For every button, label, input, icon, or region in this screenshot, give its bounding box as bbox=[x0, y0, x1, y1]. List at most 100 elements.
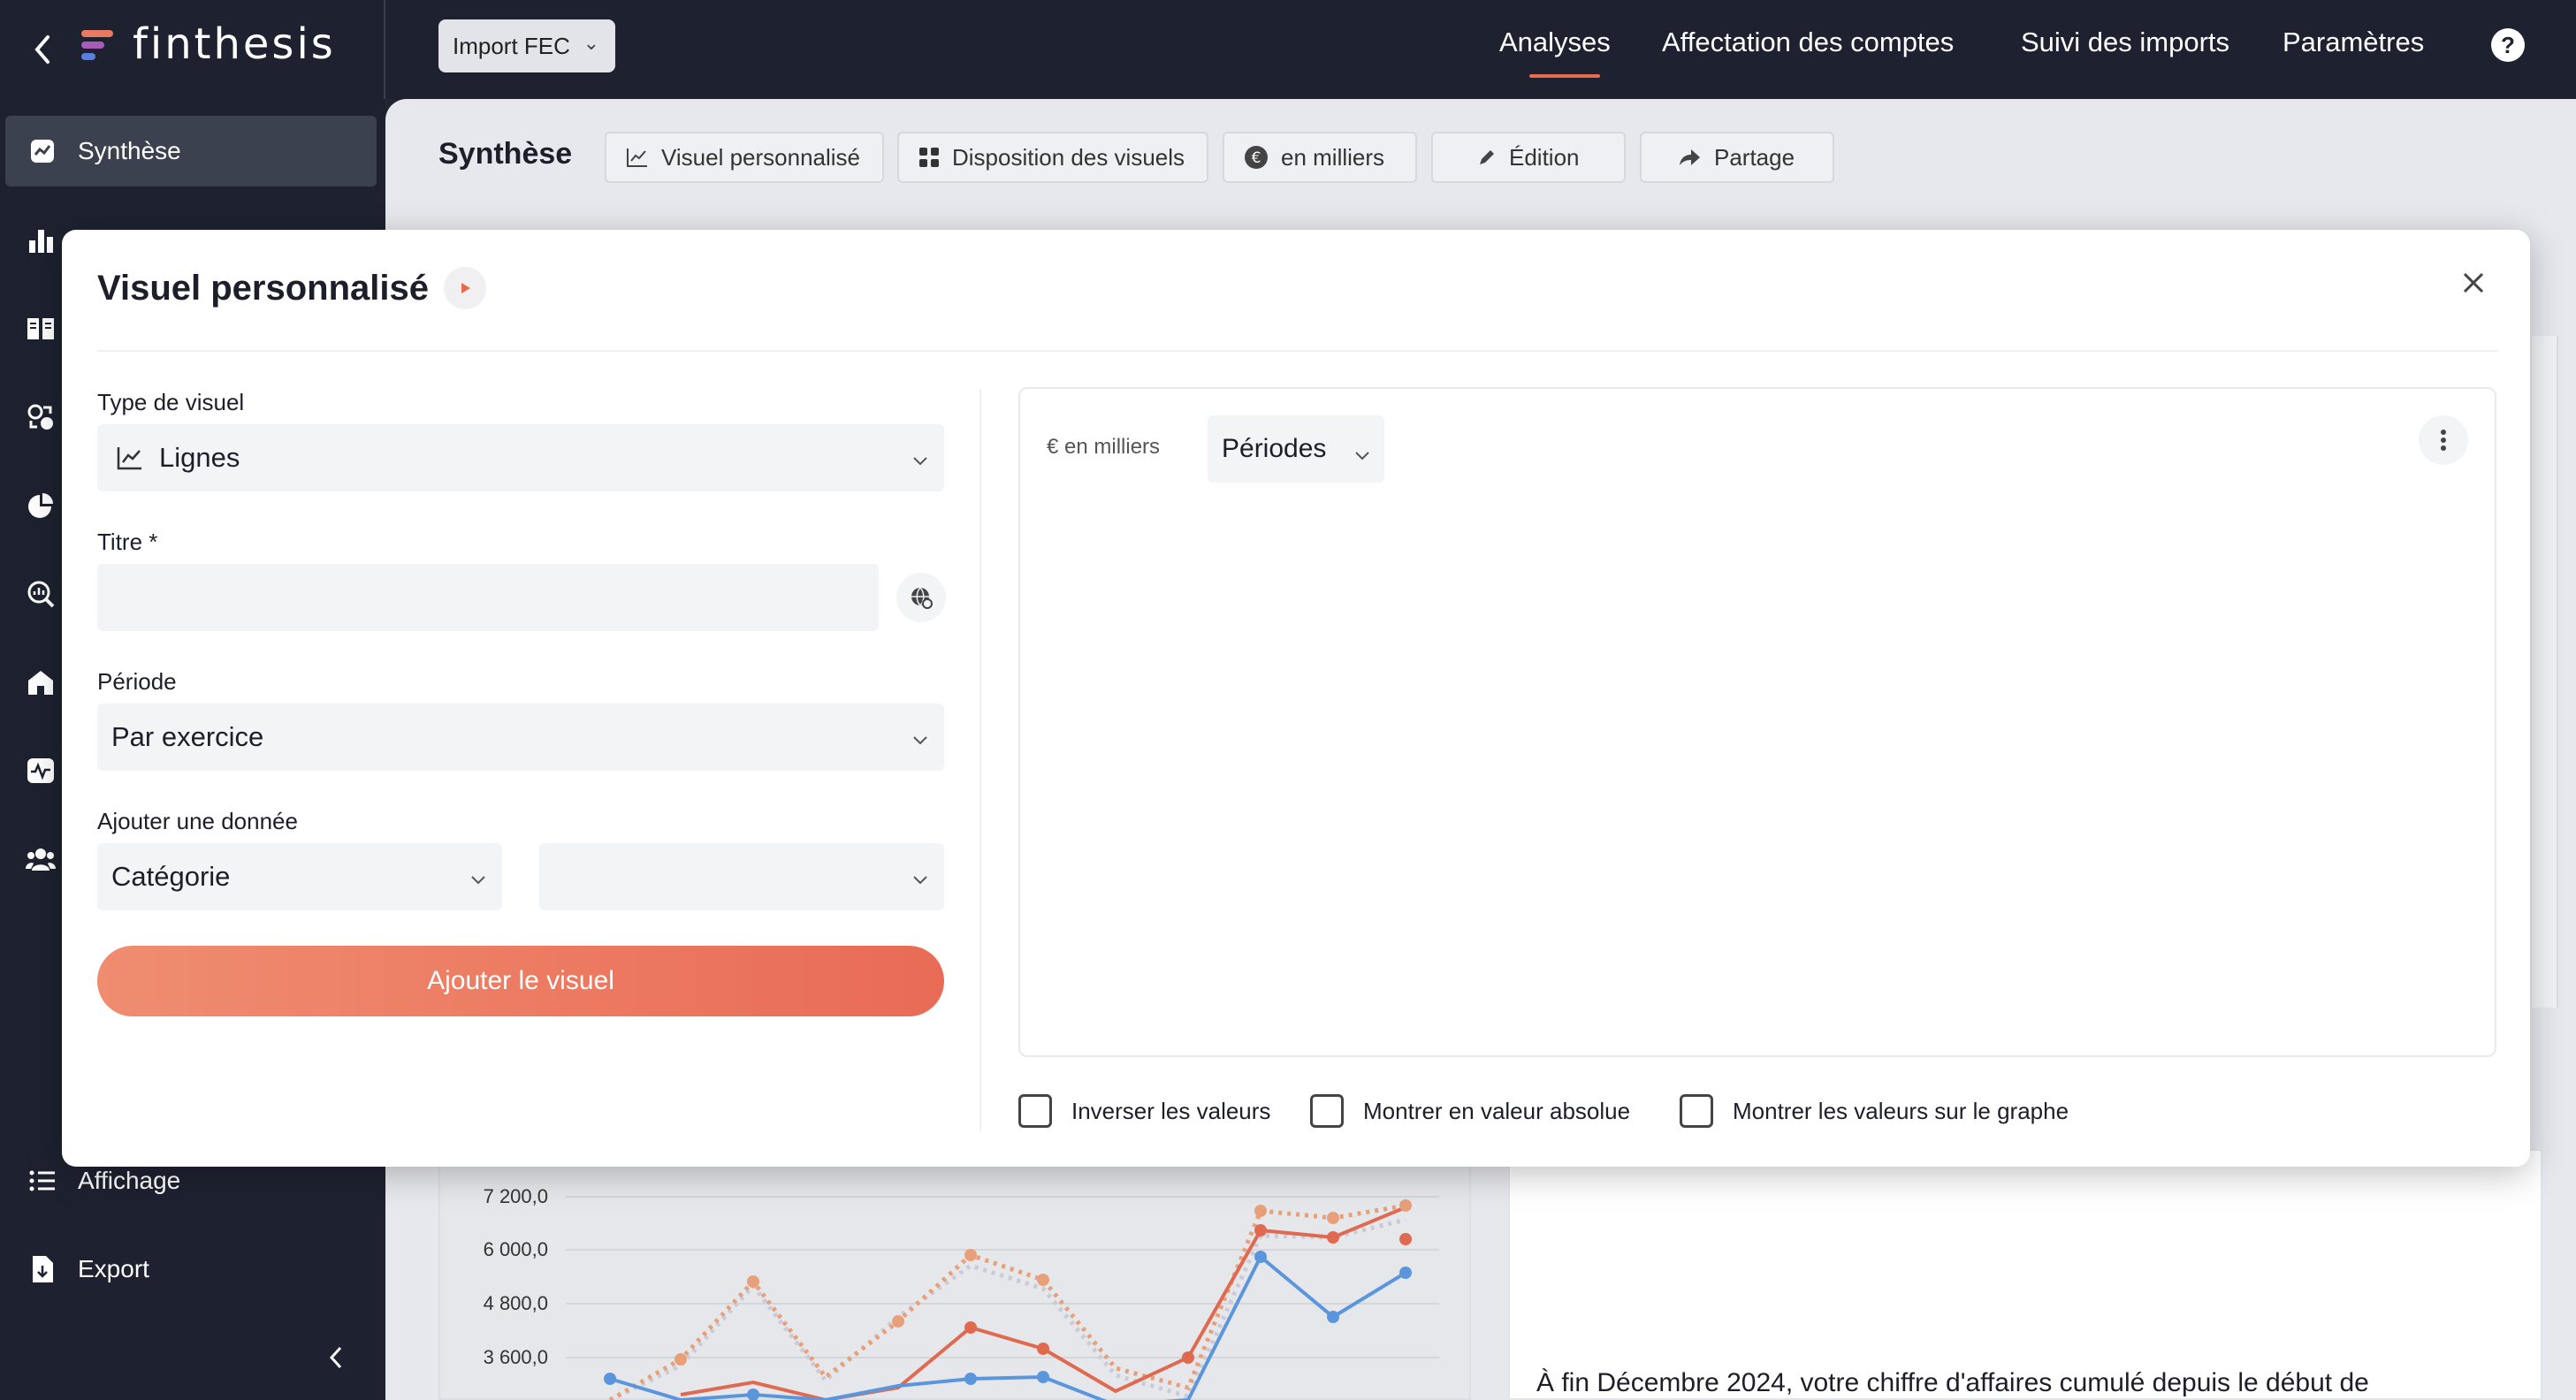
chevron-down-icon bbox=[470, 861, 486, 893]
sidebar-item-export[interactable]: Export bbox=[5, 1234, 377, 1305]
custom-visual-modal: Visuel personnalisé Type de visuel Ligne… bbox=[62, 230, 2530, 1167]
invert-values-checkbox[interactable]: Inverser les valeurs bbox=[1018, 1094, 1270, 1128]
summary-text: À fin Décembre 2024, votre chiffre d'aff… bbox=[1536, 1368, 2369, 1397]
units-label: en milliers bbox=[1281, 143, 1385, 171]
globe-icon bbox=[911, 587, 933, 609]
title-input[interactable] bbox=[97, 564, 879, 631]
share-label: Partage bbox=[1714, 143, 1795, 171]
y-tick-label: 3 600,0 bbox=[484, 1346, 548, 1368]
line-chart-icon bbox=[626, 147, 649, 168]
visual-type-value: Lignes bbox=[159, 442, 240, 473]
nav-parametres[interactable]: Paramètres bbox=[2283, 27, 2424, 58]
divider bbox=[384, 0, 385, 99]
visual-type-select[interactable]: Lignes bbox=[97, 424, 944, 491]
active-nav-indicator bbox=[1529, 74, 1600, 78]
chart-square-icon bbox=[25, 133, 60, 169]
edit-label: Édition bbox=[1509, 143, 1580, 171]
pencil-icon bbox=[1477, 148, 1497, 167]
checkbox-box[interactable] bbox=[1310, 1094, 1344, 1128]
modal-title: Visuel personnalisé bbox=[97, 269, 429, 308]
nav-analyses[interactable]: Analyses bbox=[1499, 27, 1611, 58]
category-select[interactable]: Catégorie bbox=[97, 843, 502, 910]
back-button[interactable] bbox=[23, 25, 62, 74]
add-visual-button[interactable]: Ajouter le visuel bbox=[97, 946, 944, 1016]
background-line-chart: 7 200,0 6 000,0 4 800,0 3 600,0 bbox=[484, 1185, 1439, 1400]
checkbox-label: Montrer les valeurs sur le graphe bbox=[1733, 1097, 2069, 1124]
activity-icon[interactable] bbox=[23, 753, 58, 788]
play-tutorial-button[interactable] bbox=[444, 267, 486, 309]
absolute-values-checkbox[interactable]: Montrer en valeur absolue bbox=[1310, 1094, 1630, 1128]
analysis-search-icon[interactable] bbox=[23, 576, 58, 612]
translate-button[interactable] bbox=[896, 573, 946, 622]
svg-text:€: € bbox=[1252, 149, 1261, 167]
collapse-sidebar-button[interactable] bbox=[327, 1342, 345, 1379]
layout-visuals-button[interactable]: Disposition des visuels bbox=[897, 132, 1208, 183]
chevron-down-icon: ⌄ bbox=[583, 32, 599, 54]
checkbox-label: Inverser les valeurs bbox=[1071, 1097, 1271, 1124]
pie-chart-icon[interactable] bbox=[23, 488, 58, 523]
logo-text: finthesis bbox=[133, 19, 336, 69]
chevron-down-icon bbox=[912, 861, 928, 893]
logo-icon bbox=[80, 27, 117, 64]
data-item-select[interactable] bbox=[539, 843, 944, 910]
show-values-checkbox[interactable]: Montrer les valeurs sur le graphe bbox=[1680, 1094, 2069, 1128]
period-label: Période bbox=[97, 668, 177, 695]
share-icon bbox=[1679, 148, 1702, 167]
help-button[interactable]: ? bbox=[2491, 28, 2525, 62]
sidebar-item-synthese[interactable]: Synthèse bbox=[5, 116, 377, 186]
periods-value: Périodes bbox=[1222, 434, 1327, 463]
bar-chart-icon[interactable] bbox=[23, 223, 58, 258]
exchange-icon[interactable] bbox=[23, 399, 58, 435]
divider bbox=[97, 350, 2498, 352]
euro-icon: € bbox=[1244, 145, 1269, 170]
chevron-down-icon bbox=[912, 442, 928, 474]
share-button[interactable]: Partage bbox=[1640, 132, 1834, 183]
play-icon bbox=[461, 283, 470, 293]
import-fec-label: Import FEC bbox=[453, 32, 570, 59]
y-tick-label: 6 000,0 bbox=[484, 1238, 548, 1260]
sidebar-item-label: Affichage bbox=[78, 1167, 181, 1194]
checkbox-label: Montrer en valeur absolue bbox=[1363, 1097, 1631, 1124]
checkbox-box[interactable] bbox=[1018, 1094, 1052, 1128]
unit-label: € en milliers bbox=[1047, 435, 1161, 459]
y-tick-label: 7 200,0 bbox=[484, 1185, 548, 1207]
sidebar-item-label: Synthèse bbox=[78, 137, 181, 164]
title-label: Titre * bbox=[97, 529, 158, 555]
period-value: Par exercice bbox=[111, 721, 264, 752]
close-icon bbox=[2463, 272, 2484, 293]
chart-preview: € en milliers Périodes bbox=[1018, 387, 2496, 1057]
home-icon[interactable] bbox=[23, 665, 58, 700]
more-options-button[interactable] bbox=[2419, 415, 2468, 465]
custom-visual-label: Visuel personnalisé bbox=[661, 143, 860, 171]
add-data-label: Ajouter une donnée bbox=[97, 808, 298, 834]
users-icon[interactable] bbox=[23, 841, 58, 877]
background-text-card bbox=[1508, 1149, 2542, 1400]
page-title: Synthèse bbox=[438, 137, 573, 171]
y-tick-label: 4 800,0 bbox=[484, 1292, 548, 1314]
close-button[interactable] bbox=[2456, 265, 2491, 301]
periods-dropdown[interactable]: Périodes bbox=[1208, 415, 1384, 483]
nav-affectation-comptes[interactable]: Affectation des comptes bbox=[1662, 27, 1954, 58]
more-vertical-icon bbox=[2441, 430, 2446, 451]
chevron-left-icon bbox=[34, 35, 50, 64]
list-icon bbox=[25, 1163, 60, 1198]
custom-visual-button[interactable]: Visuel personnalisé bbox=[605, 132, 884, 183]
export-file-icon bbox=[25, 1252, 60, 1287]
category-value: Catégorie bbox=[111, 861, 231, 892]
import-fec-dropdown[interactable]: Import FEC ⌄ bbox=[438, 19, 615, 72]
series-line-blue bbox=[609, 1253, 1407, 1400]
units-button[interactable]: € en milliers bbox=[1223, 132, 1417, 183]
period-select[interactable]: Par exercice bbox=[97, 704, 944, 771]
book-icon[interactable] bbox=[23, 311, 58, 346]
visual-type-label: Type de visuel bbox=[97, 389, 245, 415]
edit-button[interactable]: Édition bbox=[1431, 132, 1626, 183]
chevron-left-icon bbox=[329, 1346, 342, 1369]
checkbox-box[interactable] bbox=[1680, 1094, 1713, 1128]
nav-suivi-imports[interactable]: Suivi des imports bbox=[2021, 27, 2229, 58]
background-panel bbox=[2532, 336, 2558, 1008]
layout-visuals-label: Disposition des visuels bbox=[952, 143, 1185, 171]
sidebar-item-label: Export bbox=[78, 1255, 149, 1282]
divider bbox=[979, 389, 981, 1131]
chevron-down-icon bbox=[912, 721, 928, 753]
grid-icon bbox=[918, 147, 940, 168]
